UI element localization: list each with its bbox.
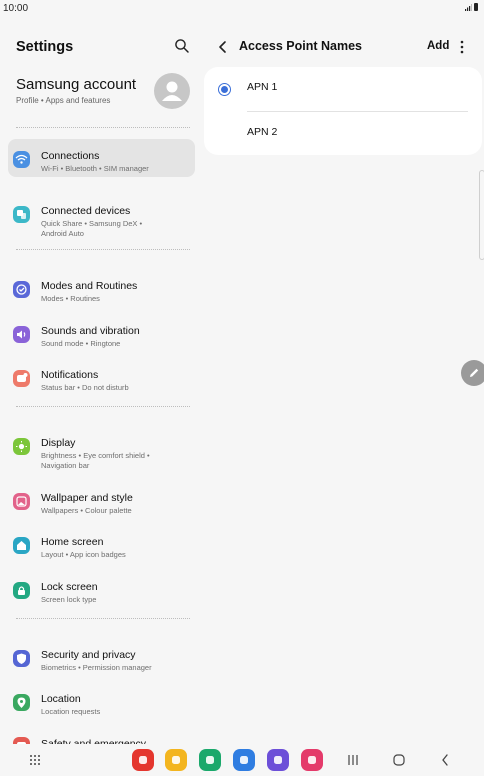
apn-label: APN 1 — [247, 81, 278, 93]
home-icon — [13, 537, 30, 554]
sidebar-item-sounds[interactable]: Sounds and vibration Sound mode • Rington… — [8, 314, 195, 352]
wallpaper-icon — [13, 493, 30, 510]
sidebar-item-title: Home screen — [41, 536, 104, 548]
divider — [16, 618, 190, 619]
speaker-icon — [13, 326, 30, 343]
apn-label: APN 2 — [247, 126, 278, 138]
sidebar-item-safety[interactable]: Safety and emergency — [8, 727, 195, 744]
back-icon[interactable] — [216, 38, 230, 56]
status-bar: 10:00 — [0, 0, 484, 18]
taskbar — [0, 744, 484, 776]
sidebar-item-modes-routines[interactable]: Modes and Routines Modes • Routines — [8, 269, 195, 307]
app-drawer-button[interactable] — [24, 749, 46, 771]
sidebar-item-title: Sounds and vibration — [41, 325, 140, 337]
pencil-icon — [470, 368, 479, 377]
apn-item-1[interactable]: APN 1 — [204, 69, 482, 109]
apn-radio-selected[interactable] — [218, 83, 231, 96]
sidebar-item-title: Display — [41, 437, 76, 449]
avatar[interactable] — [154, 73, 190, 109]
sidebar-item-location[interactable]: Location Location requests — [8, 682, 195, 720]
divider — [247, 111, 468, 112]
flipboard-app-icon[interactable] — [132, 749, 154, 771]
divider — [16, 406, 190, 407]
edit-floating-button[interactable] — [461, 360, 484, 386]
internet-app-icon[interactable] — [267, 749, 289, 771]
page-title: Access Point Names — [239, 39, 362, 53]
sidebar-item-notifications[interactable]: Notifications Status bar • Do not disturb — [8, 358, 195, 396]
shield-icon — [13, 650, 30, 667]
recents-button[interactable] — [342, 749, 364, 771]
sidebar-item-connections[interactable]: Connections Wi-Fi • Bluetooth • SIM manag… — [8, 139, 195, 177]
notification-icon — [13, 370, 30, 387]
status-time: 10:00 — [3, 3, 29, 14]
sidebar-item-title: Wallpaper and style — [41, 492, 133, 504]
sidebar-item-title: Lock screen — [41, 581, 98, 593]
sun-icon — [13, 438, 30, 455]
sidebar-item-subtitle: Wallpapers • Colour palette — [41, 506, 132, 515]
sidebar-item-title: Notifications — [41, 369, 99, 381]
sidebar-item-home-screen[interactable]: Home screen Layout • App icon badges — [8, 525, 195, 563]
my-files-app-icon[interactable] — [165, 749, 187, 771]
search-icon[interactable] — [174, 38, 190, 54]
battery-icon — [474, 3, 478, 11]
settings-pane: Settings Samsung account Profile • Apps … — [0, 18, 200, 744]
divider — [16, 127, 190, 128]
status-icons — [465, 3, 478, 11]
sidebar-item-subtitle: Quick Share • Samsung DeX • Android Auto — [41, 219, 143, 238]
sidebar-item-subtitle: Wi-Fi • Bluetooth • SIM manager — [41, 164, 149, 173]
screen-recorder-app-icon[interactable] — [301, 749, 323, 771]
back-nav-icon — [442, 754, 448, 766]
sidebar-item-security[interactable]: Security and privacy Biometrics • Permiss… — [8, 638, 195, 676]
pane-resize-handle[interactable] — [479, 170, 484, 260]
sidebar-item-subtitle: Sound mode • Ringtone — [41, 339, 121, 348]
home-nav-icon — [393, 754, 405, 766]
sidebar-item-subtitle: Biometrics • Permission manager — [41, 663, 152, 672]
home-button[interactable] — [388, 749, 410, 771]
sidebar-item-subtitle: Brightness • Eye comfort shield • Navigat… — [41, 451, 150, 470]
settings-title: Settings — [16, 39, 74, 55]
sidebar-item-display[interactable]: Display Brightness • Eye comfort shield •… — [8, 426, 195, 472]
safety-icon — [13, 737, 30, 744]
sidebar-item-subtitle: Modes • Routines — [41, 294, 100, 303]
sidebar-item-title: Security and privacy — [41, 649, 136, 661]
recents-icon — [348, 755, 358, 765]
sidebar-item-subtitle: Location requests — [41, 707, 101, 716]
sidebar-item-title: Location — [41, 693, 81, 705]
back-button[interactable] — [434, 749, 456, 771]
wifi-icon — [13, 151, 30, 168]
apn-list-card: APN 1 APN 2 — [204, 67, 482, 155]
sidebar-item-title: Connections — [41, 150, 100, 162]
avatar-person-icon — [162, 81, 182, 101]
phone-app-icon[interactable] — [199, 749, 221, 771]
sidebar-item-title: Modes and Routines — [41, 280, 138, 292]
signal-icon — [465, 4, 472, 11]
check-circle-icon — [13, 281, 30, 298]
lock-icon — [13, 582, 30, 599]
divider — [16, 249, 190, 250]
sidebar-item-subtitle: Layout • App icon badges — [41, 550, 126, 559]
add-button[interactable]: Add — [427, 40, 449, 52]
sidebar-item-subtitle: Status bar • Do not disturb — [41, 383, 129, 392]
messages-app-icon[interactable] — [233, 749, 255, 771]
sidebar-item-lock-screen[interactable]: Lock screen Screen lock type — [8, 570, 195, 608]
apn-item-2[interactable]: APN 2 — [204, 114, 482, 154]
location-pin-icon — [13, 694, 30, 711]
connected-devices-icon — [13, 206, 30, 223]
sidebar-item-title: Connected devices — [41, 205, 131, 217]
sidebar-item-subtitle: Screen lock type — [41, 595, 97, 604]
more-options-icon[interactable] — [458, 39, 466, 55]
app-drawer-icon — [30, 755, 40, 765]
sidebar-item-wallpaper[interactable]: Wallpaper and style Wallpapers • Colour p… — [8, 481, 195, 519]
sidebar-item-connected-devices[interactable]: Connected devices Quick Share • Samsung D… — [8, 194, 195, 240]
